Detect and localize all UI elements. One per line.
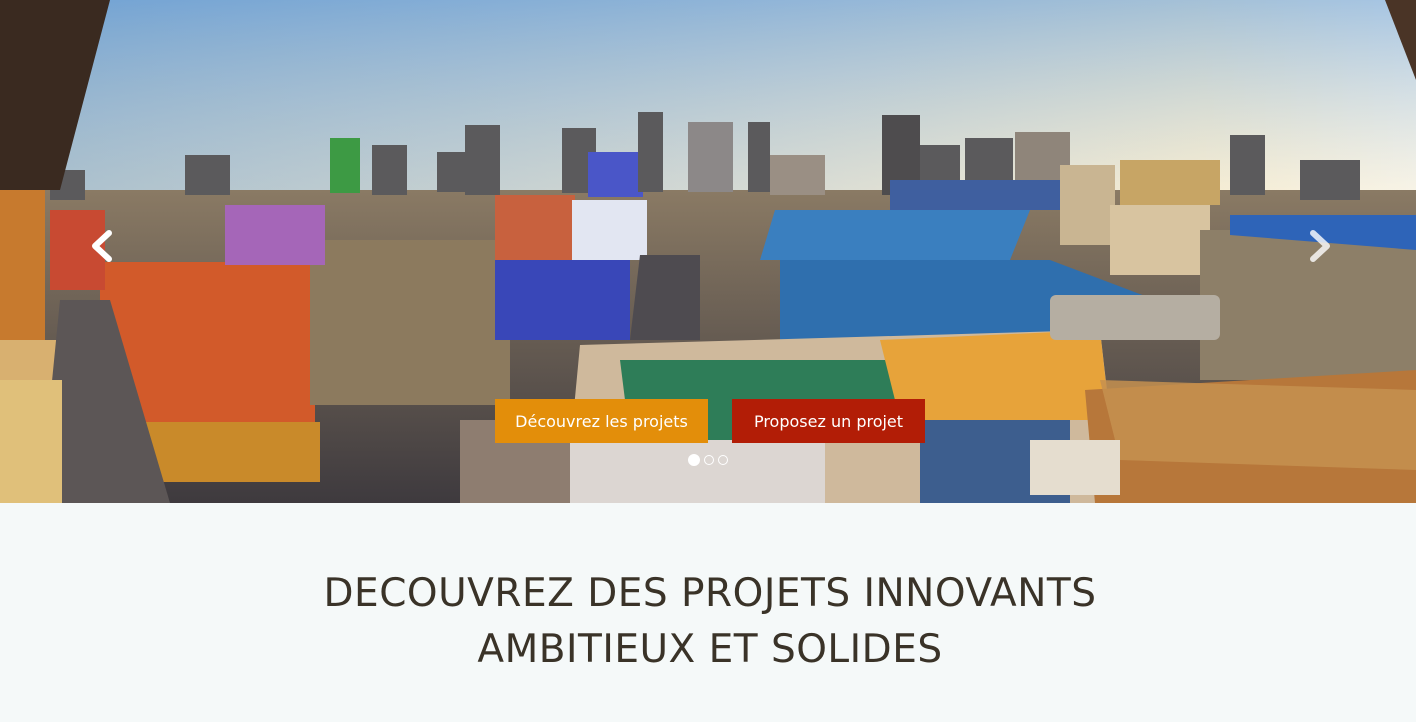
chevron-left-icon (92, 230, 112, 262)
hero-cta-group: Découvrez les projets Proposez un projet (495, 399, 925, 443)
carousel-indicators (688, 454, 728, 466)
carousel-indicator-3[interactable] (718, 455, 728, 465)
headline-line-2: AMBITIEUX ET SOLIDES (477, 627, 943, 672)
propose-project-button[interactable]: Proposez un projet (732, 399, 925, 443)
discover-projects-button[interactable]: Découvrez les projets (495, 399, 708, 443)
section-headline: DECOUVREZ DES PROJETS INNOVANTS AMBITIEU… (0, 566, 1416, 678)
carousel-next-button[interactable] (1302, 226, 1338, 266)
intro-section: DECOUVREZ DES PROJETS INNOVANTS AMBITIEU… (0, 503, 1416, 722)
chevron-right-icon (1310, 230, 1330, 262)
headline-line-1: DECOUVREZ DES PROJETS INNOVANTS (323, 571, 1097, 616)
carousel-indicator-2[interactable] (704, 455, 714, 465)
hero-carousel: Découvrez les projets Proposez un projet (0, 0, 1416, 503)
carousel-prev-button[interactable] (84, 226, 120, 266)
carousel-indicator-1[interactable] (688, 454, 700, 466)
